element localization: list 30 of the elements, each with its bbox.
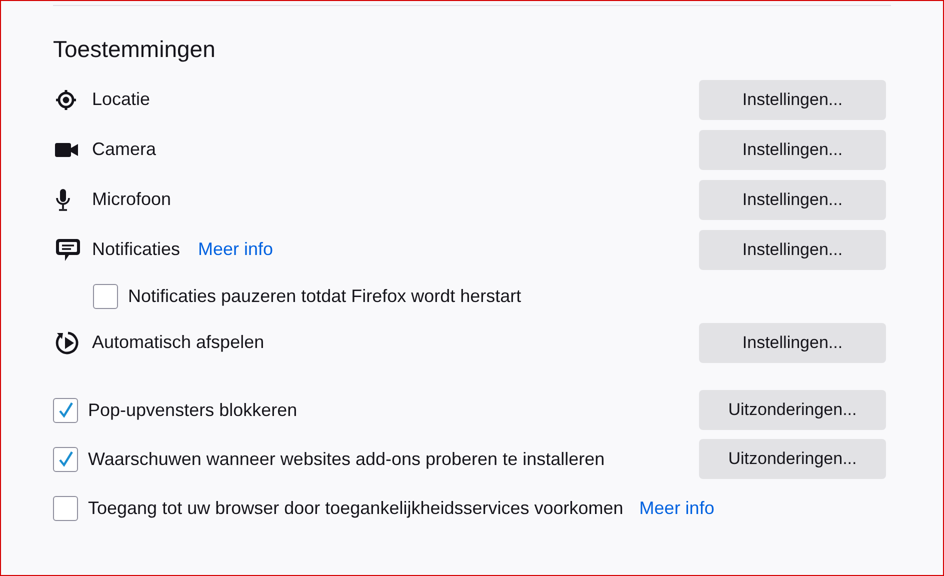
- settings-button[interactable]: Instellingen...: [699, 230, 886, 270]
- checkbox-label: Notificaties pauzeren totdat Firefox wordt herstart: [128, 284, 522, 308]
- checkbox[interactable]: [93, 284, 118, 308]
- section-heading: Toestemmingen: [53, 35, 216, 64]
- exceptions-button[interactable]: Uitzonderingen...: [699, 439, 886, 479]
- more-info-link[interactable]: Meer info: [639, 494, 714, 522]
- crosshair-icon: [55, 88, 77, 110]
- microphone-icon: [55, 188, 71, 212]
- permission-label: Camera: [92, 138, 156, 161]
- settings-button[interactable]: Instellingen...: [699, 80, 886, 120]
- permission-label: Microfoon: [92, 188, 172, 211]
- settings-button[interactable]: Instellingen...: [699, 130, 886, 170]
- exceptions-button[interactable]: Uitzonderingen...: [699, 390, 886, 430]
- checkmark-icon: [56, 450, 74, 468]
- checkbox[interactable]: [53, 398, 78, 422]
- video-camera-icon: [55, 142, 79, 158]
- checkbox-label: Pop-upvensters blokkeren: [88, 398, 298, 422]
- play-circle-icon: [55, 330, 81, 356]
- permission-label: Automatisch afspelen: [92, 331, 264, 354]
- permission-label: Notificaties: [92, 238, 180, 261]
- settings-button[interactable]: Instellingen...: [699, 180, 886, 220]
- checkbox-label: Waarschuwen wanneer websites add-ons proberen te installeren: [88, 448, 605, 471]
- settings-button[interactable]: Instellingen...: [699, 322, 886, 362]
- permission-label: Locatie: [92, 88, 150, 111]
- checkbox[interactable]: [53, 496, 78, 520]
- checkbox-label: Toegang tot uw browser door toegankelijkheidsservices voorkomen: [88, 496, 624, 520]
- checkmark-icon: [56, 401, 74, 419]
- speech-bubble-icon: [55, 238, 81, 262]
- more-info-link[interactable]: Meer info: [198, 236, 274, 263]
- checkbox[interactable]: [53, 446, 78, 472]
